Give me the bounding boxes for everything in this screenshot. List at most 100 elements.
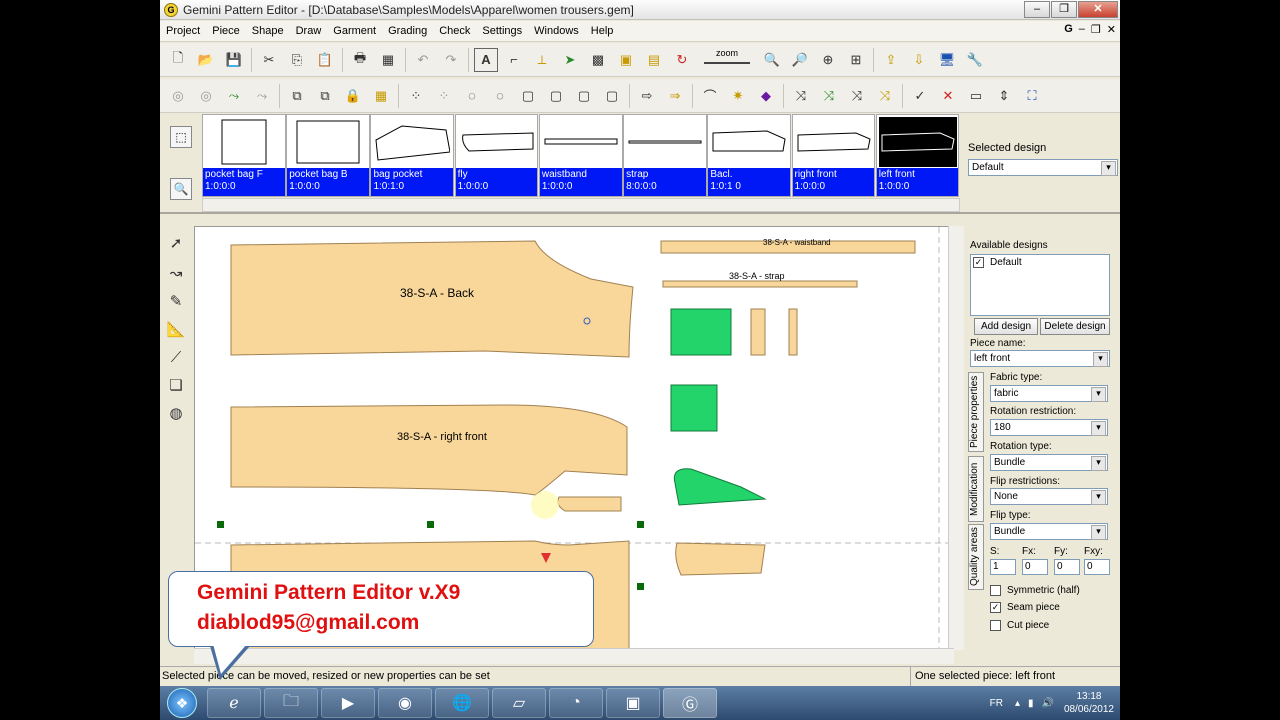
selected-design-dropdown[interactable]: Default xyxy=(968,159,1118,176)
maximize-button[interactable]: ❐ xyxy=(1051,1,1077,18)
table-icon[interactable]: ▦ xyxy=(369,84,393,108)
undo-icon[interactable]: ↶ xyxy=(411,48,435,72)
tab-quality-areas[interactable]: Quality areas xyxy=(968,524,984,590)
lock-icon[interactable]: 🔒 xyxy=(341,84,365,108)
start-button[interactable]: ❖ xyxy=(160,686,204,720)
fabric-type-dropdown[interactable]: fabric xyxy=(990,385,1108,402)
grade-b-icon[interactable]: ⤳ xyxy=(250,84,274,108)
internet-explorer-icon[interactable]: ℯ xyxy=(207,688,261,718)
import-icon[interactable]: ⇩ xyxy=(907,48,931,72)
s-input[interactable]: 1 xyxy=(990,559,1016,575)
points-b-icon[interactable]: ⁘ xyxy=(432,84,456,108)
plot-icon[interactable]: ▦ xyxy=(376,48,400,72)
text-icon[interactable]: A xyxy=(474,47,498,72)
curve-tool-icon[interactable]: ↝ xyxy=(164,262,188,286)
piece-a-icon[interactable]: ◎ xyxy=(166,84,190,108)
menu-check[interactable]: Check xyxy=(433,25,476,37)
media-player-icon[interactable]: ▶ xyxy=(321,688,375,718)
square-c-icon[interactable]: ▢ xyxy=(572,84,596,108)
print-icon[interactable]: 🖶 xyxy=(348,48,372,72)
piece-thumb[interactable]: fly 1:0:0:0 xyxy=(454,114,539,197)
cut-icon[interactable]: ✂ xyxy=(257,48,281,72)
piece-thumb[interactable]: bag pocket 1:0:1:0 xyxy=(370,114,455,197)
thumbnail-scrollbar[interactable] xyxy=(202,198,960,212)
design-item[interactable]: ✓ Default xyxy=(973,257,1022,268)
piece-thumb[interactable]: pocket bag B 1:0:0:0 xyxy=(286,114,370,197)
delete-icon[interactable]: ✕ xyxy=(936,84,960,108)
tab-modification[interactable]: Modification xyxy=(968,456,984,522)
split-d-icon[interactable]: ⤨ xyxy=(873,84,897,108)
curve-icon[interactable]: ⌒ xyxy=(698,84,722,108)
network-globe-icon[interactable]: 🌐 xyxy=(435,688,489,718)
save-icon[interactable]: 💾 xyxy=(222,48,246,72)
node-icon[interactable]: ◌ xyxy=(460,84,484,108)
tray-arrow-icon[interactable]: ▴ xyxy=(1015,698,1020,709)
zoom-out-icon[interactable]: 🔎 xyxy=(788,48,812,72)
mdi-restore-button[interactable]: ❐ xyxy=(1091,23,1101,36)
delete-design-button[interactable]: Delete design xyxy=(1040,318,1110,335)
square-icon[interactable]: ▢ xyxy=(516,84,540,108)
clock[interactable]: 13:18 08/06/2012 xyxy=(1064,690,1114,716)
copy-icon[interactable]: ⎘ xyxy=(285,48,309,72)
notch-icon[interactable]: ⟂ xyxy=(530,48,554,72)
zoom-slider[interactable]: zoom xyxy=(699,48,755,72)
forward-icon[interactable]: ➤ xyxy=(558,48,582,72)
mdi-close-button[interactable]: ✕ xyxy=(1107,23,1116,36)
select-tool-icon[interactable]: ⬚ xyxy=(170,126,192,148)
piece-thumb[interactable]: Bacl. 1:0:1 0 xyxy=(707,114,792,197)
arrow-icon[interactable]: ⇨ xyxy=(635,84,659,108)
gauge-icon[interactable]: ◔ xyxy=(549,688,603,718)
ruler-icon[interactable]: 📐 xyxy=(164,318,188,342)
measure-icon[interactable]: ⌐ xyxy=(502,48,526,72)
remote-desktop-icon[interactable]: ▣ xyxy=(606,688,660,718)
fit-icon[interactable]: ⛶ xyxy=(1020,84,1044,108)
piece-b-icon[interactable]: ◎ xyxy=(194,84,218,108)
paste-icon[interactable]: 📋 xyxy=(313,48,337,72)
line-tool-icon[interactable]: ⟋ xyxy=(164,346,188,370)
menu-grading[interactable]: Grading xyxy=(382,25,433,37)
menu-garment[interactable]: Garment xyxy=(327,25,382,37)
rotation-type-dropdown[interactable]: Bundle xyxy=(990,454,1108,471)
network-icon[interactable]: ▮ xyxy=(1028,698,1034,709)
layer-b-icon[interactable]: ⧉ xyxy=(313,84,337,108)
node-b-icon[interactable]: ◌ xyxy=(488,84,512,108)
fxy-input[interactable]: 0 xyxy=(1084,559,1110,575)
volume-icon[interactable]: 🔊 xyxy=(1041,698,1053,709)
menu-draw[interactable]: Draw xyxy=(290,25,328,37)
open-icon[interactable]: 📂 xyxy=(194,48,218,72)
mdi-minimize-button[interactable]: – xyxy=(1079,23,1085,36)
piece-thumb[interactable]: pocket bag F 1:0:0:0 xyxy=(202,114,286,197)
pointer-icon[interactable]: ➚ xyxy=(164,232,188,256)
design-checkbox[interactable]: ✓ xyxy=(973,257,984,268)
available-designs-list[interactable]: ✓ Default xyxy=(970,254,1110,316)
tools-icon[interactable]: 🔧 xyxy=(963,48,987,72)
split-c-icon[interactable]: ⤨ xyxy=(845,84,869,108)
pages-icon[interactable]: ❏ xyxy=(164,374,188,398)
vertical-icon[interactable]: ⇕ xyxy=(992,84,1016,108)
menu-piece[interactable]: Piece xyxy=(206,25,246,37)
piece-list-icon[interactable]: ▤ xyxy=(642,48,666,72)
grade-icon[interactable]: ⤳ xyxy=(222,84,246,108)
rotation-restriction-dropdown[interactable]: 180 xyxy=(990,419,1108,436)
explorer-folder-icon[interactable]: 🗀 xyxy=(264,688,318,718)
zoom-in-icon[interactable]: 🔍 xyxy=(760,48,784,72)
move-icon[interactable]: ⇒ xyxy=(663,84,687,108)
language-indicator[interactable]: FR xyxy=(990,698,1003,709)
piece-thumb-selected[interactable]: left front 1:0:0:0 xyxy=(875,114,960,197)
zoom-piece-icon[interactable]: 🔍 xyxy=(170,178,192,200)
piece-thumb[interactable]: waistband 1:0:0:0 xyxy=(538,114,623,197)
flip-type-dropdown[interactable]: Bundle xyxy=(990,523,1108,540)
zoom-all-icon[interactable]: ⊞ xyxy=(844,48,868,72)
fy-input[interactable]: 0 xyxy=(1054,559,1080,575)
gemini-taskbar-icon[interactable]: Ⓖ xyxy=(663,688,717,718)
points-icon[interactable]: ⁘ xyxy=(404,84,428,108)
star-icon[interactable]: ✷ xyxy=(726,84,750,108)
color-icon[interactable]: ◆ xyxy=(754,84,778,108)
symmetric-checkbox[interactable]: Symmetric (half) xyxy=(990,585,1080,596)
tab-piece-properties[interactable]: Piece properties xyxy=(968,372,984,452)
layer-icon[interactable]: ⧉ xyxy=(285,84,309,108)
split-icon[interactable]: ⤨ xyxy=(789,84,813,108)
seam-piece-checkbox[interactable]: ✓ Seam piece xyxy=(990,602,1060,613)
piece-box-icon[interactable]: ▣ xyxy=(614,48,638,72)
close-button[interactable]: ✕ xyxy=(1078,1,1118,18)
